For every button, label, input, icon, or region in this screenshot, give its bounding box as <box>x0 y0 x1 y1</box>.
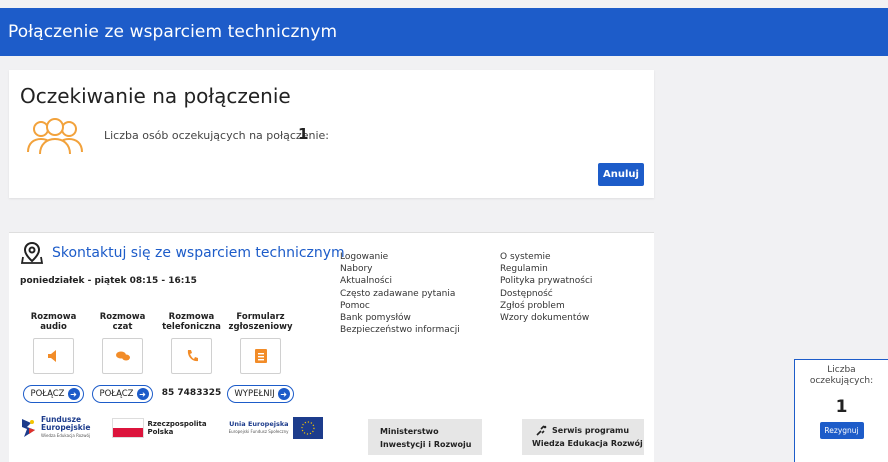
link-bank-pomyslow[interactable]: Bank pomysłów <box>340 312 460 324</box>
link-logowanie[interactable]: Logowanie <box>340 251 460 263</box>
resign-button[interactable]: Rezygnuj <box>819 422 864 439</box>
ue-text-2: Europejski Fundusz Społeczny <box>228 429 289 434</box>
eu-logos-strip: Fundusze Europejskie Wiedza Edukacja Roz… <box>20 416 323 440</box>
link-zglos-problem[interactable]: Zgłoś problem <box>500 300 592 312</box>
polish-flag-icon <box>112 418 145 438</box>
ministry-text-2: Inwestycji i Rozwoju <box>380 440 472 449</box>
footer-links-col2: O systemie Regulamin Polityka prywatnośc… <box>500 251 592 324</box>
link-o-systemie[interactable]: O systemie <box>500 251 592 263</box>
footer: Skontaktuj się ze wsparciem technicznym … <box>9 232 654 462</box>
waiting-heading: Oczekiwanie na połączenie <box>20 84 291 108</box>
channel-audio: Rozmowa audio POŁĄCZ ➜ <box>19 312 88 403</box>
channel-phone: Rozmowa telefoniczna 85 7483325 <box>157 312 226 403</box>
rp-text-2: Polska <box>147 428 174 436</box>
footer-divider <box>9 232 654 233</box>
cancel-button[interactable]: Anuluj <box>598 163 644 186</box>
contact-title: Skontaktuj się ze wsparciem technicznym <box>52 245 345 261</box>
link-wzory[interactable]: Wzory dokumentów <box>500 312 592 324</box>
link-polityka[interactable]: Polityka prywatności <box>500 275 592 287</box>
speaker-icon <box>47 350 56 362</box>
phone-box[interactable] <box>171 338 212 374</box>
link-bezpieczenstwo[interactable]: Bezpieczeństwo informacji <box>340 324 460 336</box>
arrow-right-icon: ➜ <box>277 388 290 400</box>
page-title: Połączenie ze wsparciem technicznym <box>8 22 338 42</box>
ministry-logo: Ministerstwo Inwestycji i Rozwoju <box>368 419 482 455</box>
waiting-card: Oczekiwanie na połączenie Liczba osób oc… <box>9 70 654 198</box>
link-nabory[interactable]: Nabory <box>340 263 460 275</box>
waiting-count-value: 1 <box>298 125 309 143</box>
link-aktualnosci[interactable]: Aktualności <box>340 275 460 287</box>
form-fill-button[interactable]: WYPEŁNIJ ➜ <box>227 385 294 403</box>
arrow-right-icon: ➜ <box>67 388 80 400</box>
chat-box[interactable] <box>102 338 143 374</box>
waiting-count-label: Liczba osób oczekujących na połączenie: <box>104 129 329 142</box>
rp-text-1: Rzeczpospolita <box>147 420 207 428</box>
service-text-2: Wiedza Edukacja Rozwój <box>532 439 643 448</box>
link-pomoc[interactable]: Pomoc <box>340 300 460 312</box>
queue-widget: Liczba oczekujących: 1 Rezygnuj <box>794 359 888 462</box>
channel-chat: Rozmowa czat POŁĄCZ ➜ <box>88 312 157 403</box>
support-phone-number: 85 7483325 <box>161 388 222 398</box>
arrow-right-icon: ➜ <box>136 388 149 400</box>
channel-label: Rozmowa czat <box>99 312 146 332</box>
contact-heading: Skontaktuj się ze wsparciem technicznym <box>20 241 345 265</box>
link-dostepnosc[interactable]: Dostępność <box>500 288 592 300</box>
rzeczpospolita-logo: Rzeczpospolita Polska <box>112 418 207 438</box>
audio-connect-button[interactable]: POŁĄCZ ➜ <box>23 385 84 403</box>
fe-text-3: Wiedza Edukacja Rozwój <box>41 433 91 438</box>
channel-label: Rozmowa audio <box>30 312 77 332</box>
wer-service-logo: Serwis programu Wiedza Edukacja Rozwój <box>522 419 644 455</box>
channel-label: Formularz zgłoszeniowy <box>228 312 293 332</box>
form-icon <box>254 349 267 363</box>
widget-count: 1 <box>835 397 848 417</box>
channel-form: Formularz zgłoszeniowy WYPEŁNIJ ➜ <box>226 312 295 403</box>
fe-text-2: Europejskie <box>41 423 91 432</box>
ue-text-1: Unia Europejska <box>229 420 289 428</box>
wer-symbol-icon <box>536 425 547 436</box>
location-pin-icon <box>20 241 44 264</box>
fe-symbol-icon <box>22 419 35 437</box>
footer-links-col1: Logowanie Nabory Aktualności Często zada… <box>340 251 460 336</box>
ministry-text-1: Ministerstwo <box>380 427 439 436</box>
channel-label: Rozmowa telefoniczna <box>162 312 221 332</box>
people-icon <box>27 118 83 155</box>
top-bar: Połączenie ze wsparciem technicznym <box>0 8 888 56</box>
link-regulamin[interactable]: Regulamin <box>500 263 592 275</box>
audio-call-box[interactable] <box>33 338 74 374</box>
phone-icon <box>187 350 198 362</box>
eu-flag-icon <box>292 417 323 439</box>
chat-icon <box>115 351 130 361</box>
widget-label: Liczba oczekujących: <box>809 365 874 386</box>
fundusze-europejskie-logo: Fundusze Europejskie Wiedza Edukacja Roz… <box>20 416 90 440</box>
form-box[interactable] <box>240 338 281 374</box>
link-faq[interactable]: Często zadawane pytania <box>340 288 460 300</box>
chat-connect-button[interactable]: POŁĄCZ ➜ <box>92 385 153 403</box>
contact-channels: Rozmowa audio POŁĄCZ ➜ Rozmowa czat POŁĄCZ ➜… <box>19 312 295 403</box>
unia-europejska-logo: Unia Europejska Europejski Fundusz Społe… <box>229 417 323 439</box>
service-text-1: Serwis programu <box>552 426 630 435</box>
support-hours: poniedziałek - piątek 08:15 - 16:15 <box>20 276 197 286</box>
